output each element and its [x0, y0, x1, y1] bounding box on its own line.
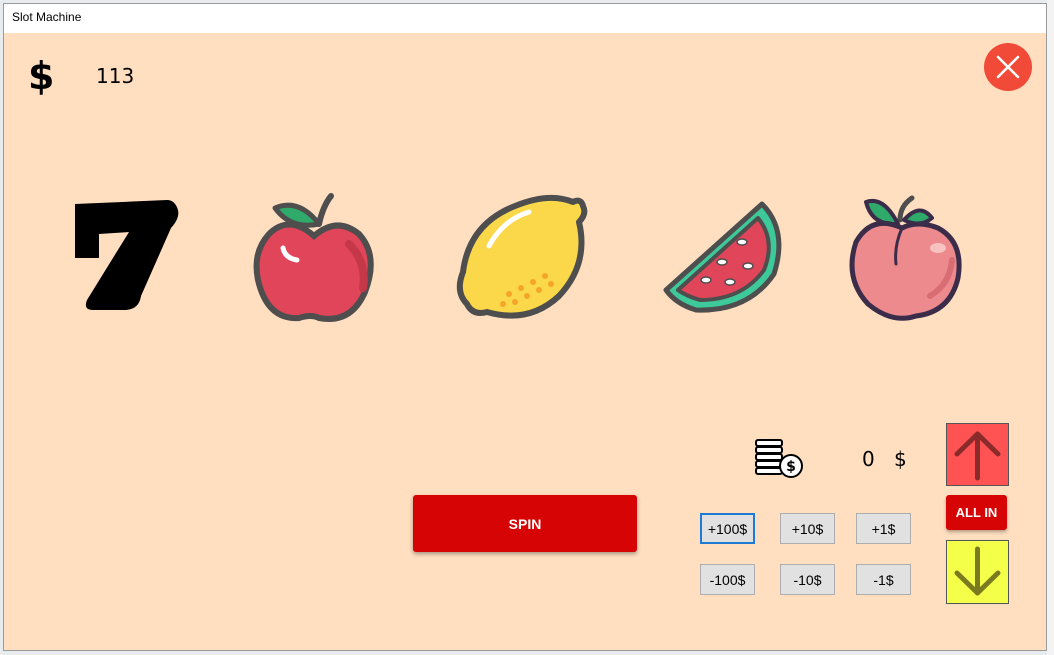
- slot-machine-window: Slot Machine $ 113 SPIN $ 0 $ +100$ +10$…: [3, 3, 1047, 651]
- window-edge: [1047, 0, 1054, 655]
- subtract-1-button[interactable]: -1$: [856, 564, 911, 595]
- reel-2: [239, 184, 389, 334]
- window-title: Slot Machine: [12, 10, 82, 24]
- seven-icon: [75, 200, 179, 310]
- lemon-icon: [456, 194, 588, 319]
- bet-down-button[interactable]: [946, 540, 1009, 604]
- subtract-10-button[interactable]: -10$: [780, 564, 835, 595]
- bet-amount: 0: [862, 447, 875, 471]
- close-button[interactable]: [984, 43, 1032, 91]
- dollar-icon: $: [28, 54, 55, 98]
- reel-3: [449, 184, 599, 334]
- spin-button[interactable]: SPIN: [413, 495, 637, 552]
- peach-icon: [849, 195, 962, 321]
- bet-currency: $: [894, 447, 907, 471]
- reel-1: [49, 184, 199, 334]
- balance-value: 113: [96, 64, 135, 88]
- add-100-button[interactable]: +100$: [700, 513, 755, 544]
- close-icon: [996, 55, 1020, 79]
- subtract-100-button[interactable]: -100$: [700, 564, 755, 595]
- reel-5: [832, 184, 982, 334]
- title-bar: Slot Machine: [4, 4, 1046, 33]
- all-in-button[interactable]: ALL IN: [946, 495, 1007, 530]
- bet-up-button[interactable]: [946, 423, 1009, 486]
- svg-text:$: $: [786, 459, 796, 475]
- watermelon-icon: [663, 201, 782, 313]
- add-10-button[interactable]: +10$: [780, 513, 835, 544]
- reel-4: [656, 184, 806, 334]
- apple-icon: [253, 193, 374, 322]
- arrow-up-icon: [954, 431, 1001, 481]
- add-1-button[interactable]: +1$: [856, 513, 911, 544]
- arrow-down-icon: [954, 546, 1001, 596]
- coins-icon: $: [755, 439, 803, 478]
